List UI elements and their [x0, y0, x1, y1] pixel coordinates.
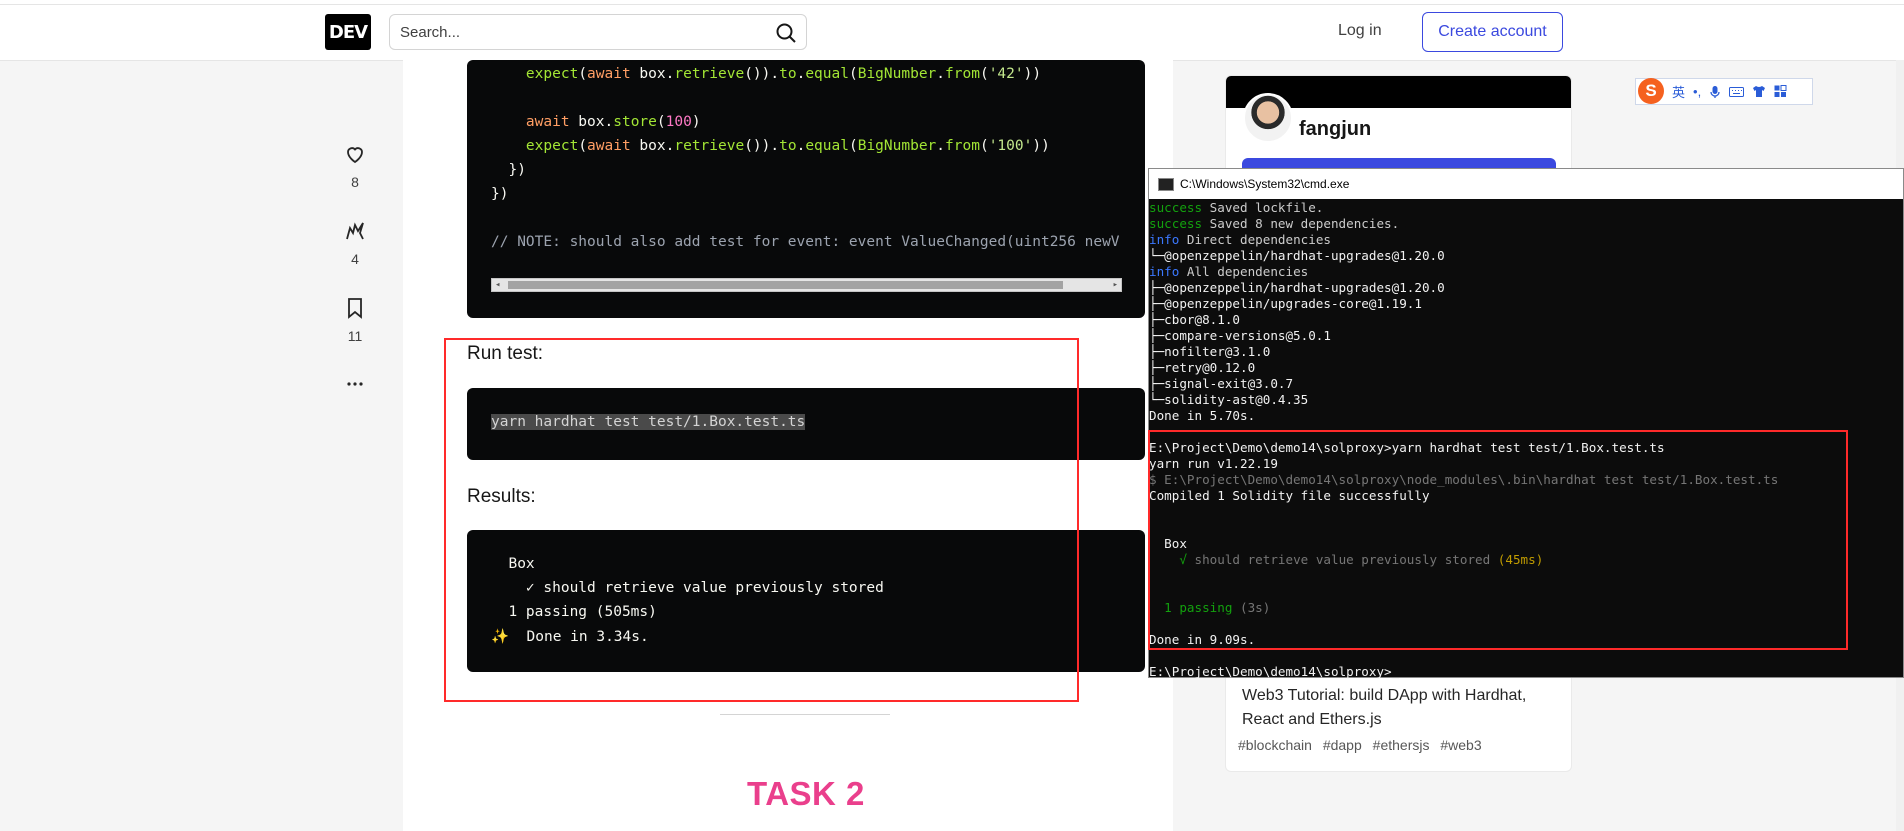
recommended-article-title[interactable]: Web3 Tutorial: build DApp with Hardhat, … [1242, 684, 1552, 732]
terminal-line-text: Saved 8 new dependencies. [1202, 216, 1400, 231]
ime-language[interactable]: 英 [1672, 82, 1685, 101]
author-avatar[interactable] [1243, 93, 1293, 143]
highlight-box-article [444, 338, 1079, 702]
tag-link[interactable]: #ethersjs [1373, 737, 1430, 753]
terminal-line: info Direct dependencies [1149, 232, 1903, 248]
terminal-line-prefix: success [1149, 216, 1203, 231]
top-navbar: DEV Log in Create account [0, 0, 1904, 61]
heart-count: 8 [351, 174, 359, 190]
unicorn-reaction-button[interactable]: 4 [335, 219, 375, 267]
more-actions-button[interactable] [335, 372, 375, 404]
search-input[interactable] [398, 23, 762, 42]
terminal-line: ├─nofilter@3.1.0 [1149, 344, 1903, 360]
top-border [0, 4, 1904, 5]
keyboard-icon[interactable] [1729, 86, 1745, 98]
bookmark-count: 11 [347, 328, 363, 344]
terminal-line-text: ├─@openzeppelin/hardhat-upgrades@1.20.0 [1149, 280, 1445, 295]
terminal-line-text: Direct dependencies [1179, 232, 1331, 247]
terminal-line-text: ├─nofilter@3.1.0 [1149, 344, 1271, 359]
terminal-line-text: Saved lockfile. [1202, 200, 1324, 215]
heart-reaction-button[interactable]: 8 [335, 142, 375, 190]
terminal-line-text: All dependencies [1179, 264, 1309, 279]
toolbox-grid-icon[interactable] [1774, 85, 1787, 98]
cmd-titlebar[interactable]: C:\Windows\System32\cmd.exe [1149, 169, 1903, 199]
task2-heading: TASK 2 [747, 775, 865, 812]
terminal-line: ├─compare-versions@5.0.1 [1149, 328, 1903, 344]
terminal-line-text: └─solidity-ast@0.4.35 [1149, 392, 1309, 407]
terminal-line: ├─cbor@8.1.0 [1149, 312, 1903, 328]
terminal-line: E:\Project\Demo\demo14\solproxy>_ [1149, 664, 1903, 680]
code-line: await box.store(100) [525, 114, 701, 130]
terminal-line-text: └─@openzeppelin/hardhat-upgrades@1.20.0 [1149, 248, 1445, 263]
terminal-line: ├─signal-exit@3.0.7 [1149, 376, 1903, 392]
terminal-line: success Saved 8 new dependencies. [1149, 216, 1903, 232]
terminal-line-text: ├─@openzeppelin/upgrades-core@1.19.1 [1149, 296, 1422, 311]
highlight-box-terminal [1148, 430, 1848, 650]
terminal-line: └─@openzeppelin/hardhat-upgrades@1.20.0 [1149, 248, 1903, 264]
more-icon [347, 382, 363, 386]
terminal-line-text: ├─cbor@8.1.0 [1149, 312, 1240, 327]
section-divider [720, 714, 890, 715]
terminal-line: Done in 5.70s. [1149, 408, 1903, 424]
scroll-left-icon[interactable]: ◂ [495, 279, 500, 291]
search-box[interactable] [389, 14, 807, 50]
code-line: expect(await box.retrieve()).to.equal(Bi… [525, 66, 1042, 82]
author-name[interactable]: fangjun [1299, 118, 1371, 141]
code-horizontal-scrollbar[interactable]: ◂ ▸ [491, 278, 1122, 292]
terminal-line: └─solidity-ast@0.4.35 [1149, 392, 1903, 408]
terminal-line-text: E:\Project\Demo\demo14\solproxy>_ [1149, 664, 1400, 679]
cmd-title: C:\Windows\System32\cmd.exe [1180, 177, 1350, 191]
cmd-icon [1158, 177, 1174, 191]
tag-link[interactable]: #dapp [1323, 737, 1362, 753]
sogou-logo-icon[interactable]: S [1638, 77, 1664, 104]
tag-link[interactable]: #web3 [1440, 737, 1481, 753]
bookmark-icon [348, 298, 362, 319]
terminal-line-text: ├─compare-versions@5.0.1 [1149, 328, 1331, 343]
search-icon[interactable] [774, 21, 798, 45]
terminal-line-prefix: info [1149, 264, 1180, 279]
terminal-line-prefix: info [1149, 232, 1180, 247]
code-line: expect(await box.retrieve()).to.equal(Bi… [525, 138, 1050, 154]
scroll-right-icon[interactable]: ▸ [1113, 279, 1118, 291]
terminal-line-text: Done in 5.70s. [1149, 408, 1256, 423]
code-line: }) [491, 186, 509, 202]
code-block-test: expect(await box.retrieve()).to.equal(Bi… [467, 60, 1145, 318]
terminal-line: ├─@openzeppelin/upgrades-core@1.19.1 [1149, 296, 1903, 312]
create-account-button[interactable]: Create account [1422, 12, 1563, 52]
terminal-line: success Saved lockfile. [1149, 200, 1903, 216]
unicorn-count: 4 [351, 251, 359, 267]
scroll-thumb[interactable] [508, 281, 1063, 289]
unicorn-icon [346, 222, 364, 240]
dev-logo[interactable]: DEV [325, 14, 371, 50]
ime-punctuation[interactable]: •, [1693, 84, 1701, 99]
terminal-line: ├─@openzeppelin/hardhat-upgrades@1.20.0 [1149, 280, 1903, 296]
bookmark-button[interactable]: 11 [335, 296, 375, 344]
login-link[interactable]: Log in [1338, 22, 1382, 40]
recommended-article-tags: #blockchain #dapp #ethersjs #web3 [1238, 737, 1489, 753]
terminal-line-text: ├─signal-exit@3.0.7 [1149, 376, 1294, 391]
heart-icon [347, 147, 363, 164]
microphone-icon[interactable] [1709, 85, 1721, 99]
terminal-line-text: ├─retry@0.12.0 [1149, 360, 1256, 375]
ime-toolbar[interactable]: S 英 •, [1635, 77, 1813, 105]
terminal-line: ├─retry@0.12.0 [1149, 360, 1903, 376]
code-comment: // NOTE: should also add test for event:… [491, 234, 1120, 250]
terminal-line-prefix: success [1149, 200, 1203, 215]
code-line: }) [491, 162, 526, 178]
tag-link[interactable]: #blockchain [1238, 737, 1312, 753]
skin-shirt-icon[interactable] [1752, 85, 1766, 98]
terminal-line: info All dependencies [1149, 264, 1903, 280]
